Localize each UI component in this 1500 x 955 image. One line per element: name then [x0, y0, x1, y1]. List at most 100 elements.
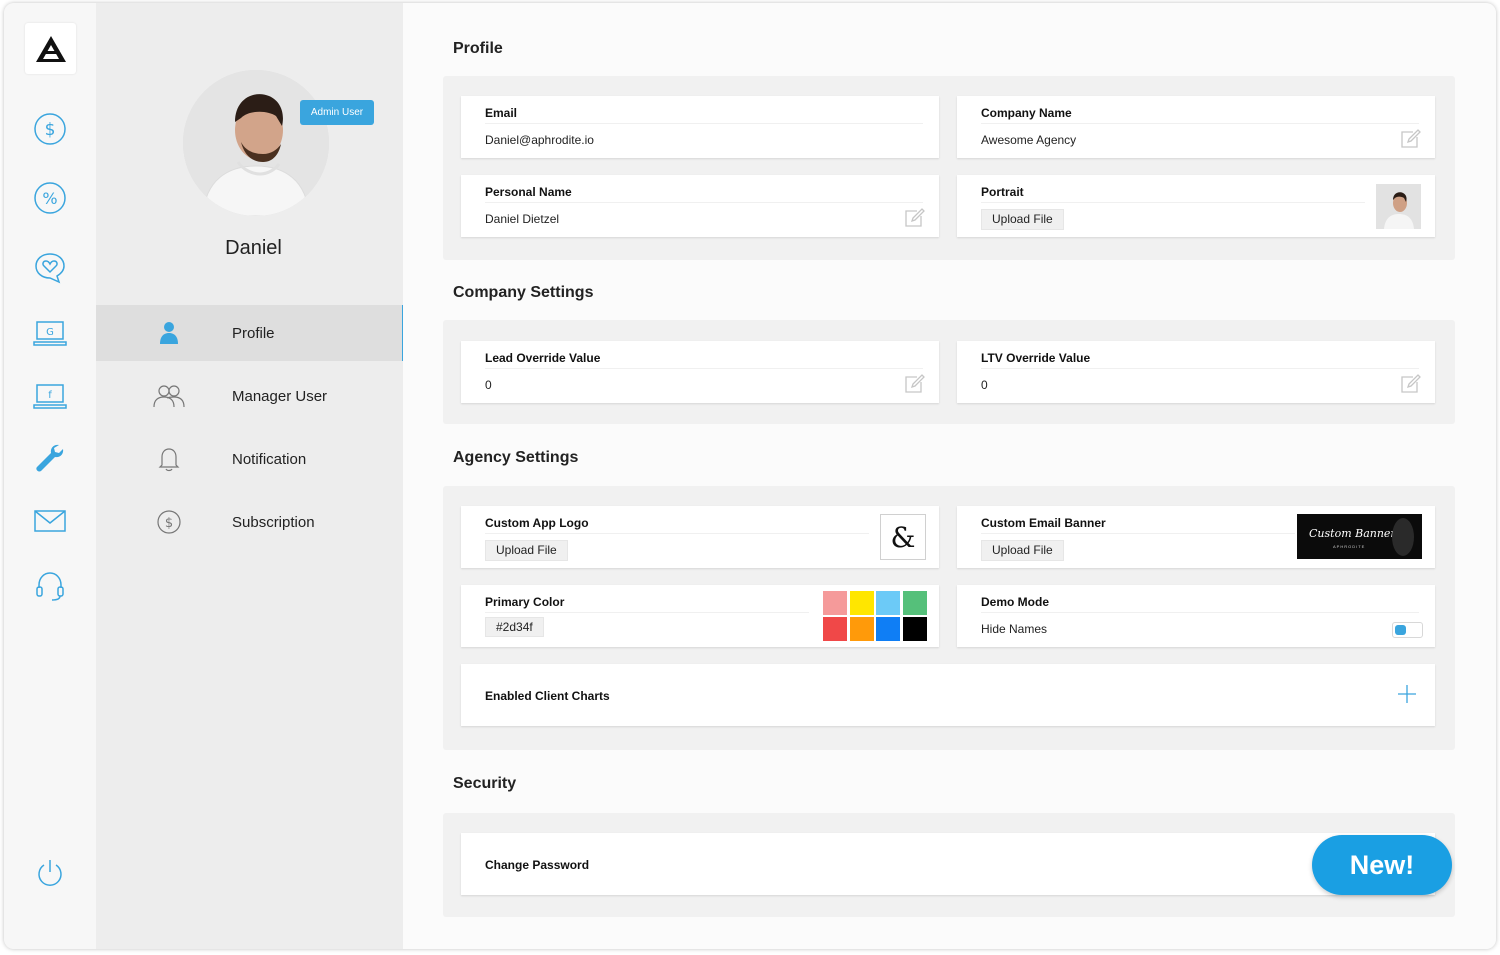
- section-title-profile: Profile: [453, 40, 503, 57]
- lead-override-label: Lead Override Value: [485, 351, 601, 365]
- banner-figure: [1392, 518, 1414, 556]
- dollar-icon[interactable]: $: [32, 111, 68, 147]
- hide-names-label: Hide Names: [981, 622, 1048, 636]
- company-name-card: Company Name Awesome Agency: [957, 96, 1435, 158]
- dollar-circle-icon: $: [152, 507, 186, 537]
- app-window: $ % G f Admin User Daniel Profile Manage…: [4, 3, 1496, 949]
- email-value: Daniel@aphrodite.io: [485, 133, 594, 147]
- user-icon: [152, 318, 186, 348]
- email-banner-preview: Custom Banner APHRODITE: [1297, 514, 1422, 559]
- primary-color-value[interactable]: #2d34f: [485, 617, 544, 637]
- banner-upload-button[interactable]: Upload File: [981, 540, 1064, 561]
- security-section: Change Password: [443, 813, 1455, 917]
- enabled-client-charts-label: Enabled Client Charts: [485, 689, 610, 703]
- edit-icon[interactable]: [1399, 373, 1421, 395]
- google-laptop-icon[interactable]: G: [32, 315, 68, 351]
- divider: [485, 368, 923, 369]
- color-swatch[interactable]: [849, 617, 874, 641]
- color-swatch[interactable]: [902, 591, 927, 615]
- demo-mode-label: Demo Mode: [981, 595, 1050, 609]
- bell-icon: [152, 444, 186, 474]
- wrench-icon[interactable]: [32, 441, 68, 477]
- plus-icon[interactable]: [1397, 684, 1417, 704]
- primary-color-card: Primary Color #2d34f: [461, 585, 939, 647]
- divider: [981, 202, 1365, 203]
- logo-upload-button[interactable]: Upload File: [485, 540, 568, 561]
- new-badge[interactable]: New!: [1312, 835, 1452, 895]
- color-swatch[interactable]: [876, 617, 900, 641]
- logo-triangle-icon[interactable]: [25, 23, 76, 74]
- edit-icon[interactable]: [903, 373, 925, 395]
- company-name-label: Company Name: [981, 106, 1072, 120]
- avatar: [183, 70, 329, 216]
- menu-item-subscription[interactable]: $ Subscription: [96, 494, 403, 550]
- demo-mode-card: Demo Mode Hide Names: [957, 585, 1435, 647]
- company-settings-section: Lead Override Value 0 LTV Override Value…: [443, 320, 1455, 424]
- primary-color-label: Primary Color: [485, 595, 565, 609]
- ltv-override-label: LTV Override Value: [981, 351, 1091, 365]
- power-icon[interactable]: [32, 855, 68, 891]
- svg-text:f: f: [48, 390, 52, 401]
- edit-icon[interactable]: [1399, 128, 1421, 150]
- color-swatch[interactable]: [823, 617, 847, 641]
- banner-title: Custom Banner: [1309, 527, 1396, 540]
- profile-menu: Profile Manager User Notification $ Subs…: [96, 305, 405, 557]
- color-swatch[interactable]: [902, 617, 927, 641]
- custom-email-banner-label: Custom Email Banner: [981, 516, 1106, 530]
- change-password-card[interactable]: Change Password: [461, 833, 1435, 895]
- lead-override-value: 0: [485, 378, 492, 392]
- custom-app-logo-card: Custom App Logo Upload File &: [461, 506, 939, 568]
- change-password-label: Change Password: [485, 858, 590, 872]
- menu-item-manager-user[interactable]: Manager User: [96, 368, 403, 424]
- email-card: Email Daniel@aphrodite.io: [461, 96, 939, 158]
- menu-item-profile[interactable]: Profile: [96, 305, 405, 361]
- menu-label: Notification: [232, 450, 307, 468]
- color-swatch[interactable]: [876, 591, 900, 615]
- custom-app-logo-label: Custom App Logo: [485, 516, 589, 530]
- hide-names-toggle[interactable]: [1392, 622, 1423, 638]
- color-swatch[interactable]: [849, 591, 874, 615]
- section-title-agency-settings: Agency Settings: [453, 449, 579, 466]
- app-logo-preview: &: [880, 514, 926, 560]
- user-name: Daniel: [225, 237, 282, 259]
- personal-name-card: Personal Name Daniel Dietzel: [461, 175, 939, 237]
- divider: [485, 533, 869, 534]
- section-title-security: Security: [453, 775, 517, 792]
- users-icon: [152, 381, 186, 411]
- edit-icon[interactable]: [903, 207, 925, 229]
- menu-item-notification[interactable]: Notification: [96, 431, 403, 487]
- personal-name-label: Personal Name: [485, 185, 572, 199]
- svg-text:%: %: [42, 189, 57, 208]
- portrait-upload-button[interactable]: Upload File: [981, 209, 1064, 230]
- divider: [485, 123, 923, 124]
- main-content: Profile Email Daniel@aphrodite.io Compan…: [403, 3, 1496, 949]
- custom-email-banner-card: Custom Email Banner Upload File Custom B…: [957, 506, 1435, 568]
- agency-settings-section: Custom App Logo Upload File & Custom Ema…: [443, 486, 1455, 750]
- percent-icon[interactable]: %: [32, 180, 68, 216]
- divider: [981, 123, 1419, 124]
- personal-name-value: Daniel Dietzel: [485, 212, 560, 226]
- admin-user-badge: Admin User: [300, 100, 374, 125]
- color-swatch[interactable]: [823, 591, 847, 615]
- divider: [981, 368, 1419, 369]
- section-title-company-settings: Company Settings: [453, 284, 594, 301]
- mail-icon[interactable]: [32, 503, 68, 539]
- divider: [981, 612, 1419, 613]
- portrait-label: Portrait: [981, 185, 1024, 199]
- ltv-override-card: LTV Override Value 0: [957, 341, 1435, 403]
- heart-chat-icon[interactable]: [32, 250, 68, 286]
- lead-override-card: Lead Override Value 0: [461, 341, 939, 403]
- company-name-value: Awesome Agency: [981, 133, 1077, 147]
- divider: [981, 533, 1295, 534]
- ltv-override-value: 0: [981, 378, 988, 392]
- menu-label: Subscription: [232, 513, 315, 531]
- menu-label: Profile: [232, 324, 275, 342]
- headset-icon[interactable]: [32, 568, 68, 604]
- profile-section: Email Daniel@aphrodite.io Company Name A…: [443, 76, 1455, 260]
- enabled-client-charts-card: Enabled Client Charts: [461, 664, 1435, 726]
- facebook-laptop-icon[interactable]: f: [32, 378, 68, 414]
- svg-text:$: $: [45, 120, 56, 140]
- banner-subtitle: APHRODITE: [1333, 544, 1366, 549]
- toggle-knob: [1395, 625, 1406, 635]
- portrait-card: Portrait Upload File: [957, 175, 1435, 237]
